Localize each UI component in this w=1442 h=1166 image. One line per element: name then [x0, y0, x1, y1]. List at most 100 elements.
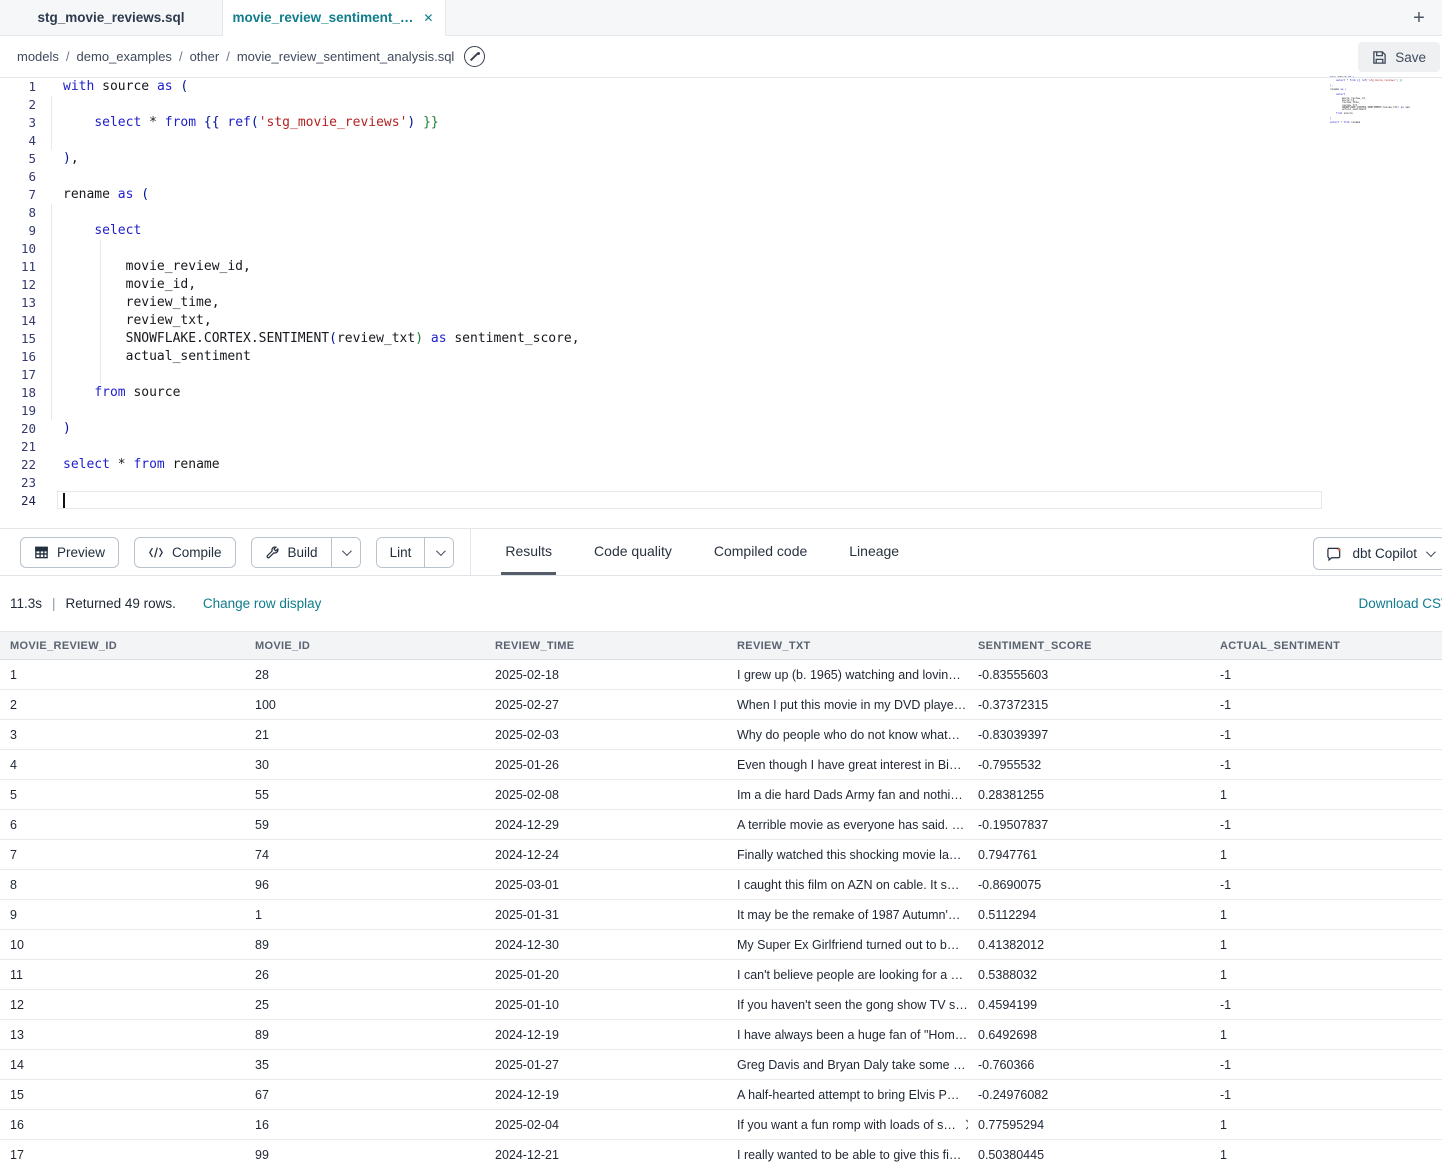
table-cell: 89 [245, 1028, 485, 1042]
new-tab-button[interactable]: + [1404, 0, 1434, 36]
expand-cell-icon[interactable] [965, 940, 968, 950]
table-cell: 1 [1210, 788, 1442, 802]
results-meta-bar: 11.3s | Returned 49 rows. Change row dis… [0, 576, 1442, 631]
results-table: MOVIE_REVIEW_IDMOVIE_IDREVIEW_TIMEREVIEW… [0, 631, 1442, 1166]
tab-stg-movie-reviews[interactable]: stg_movie_reviews.sql [0, 0, 223, 35]
code-line: 18 from source [0, 384, 1442, 402]
download-csv-link[interactable]: Download CSV [1358, 596, 1442, 611]
line-number: 18 [0, 384, 40, 402]
table-cell: 13 [0, 1028, 245, 1042]
tab-results[interactable]: Results [501, 529, 556, 575]
table-cell: 99 [245, 1148, 485, 1162]
table-cell: 2025-01-20 [485, 968, 727, 982]
code-line: 6 [0, 168, 1442, 186]
line-number: 6 [0, 168, 40, 186]
line-number: 1 [0, 78, 40, 96]
table-cell: When I put this movie in my DVD playe… [727, 698, 968, 712]
change-row-display-link[interactable]: Change row display [203, 596, 322, 611]
table-cell: 2025-01-27 [485, 1058, 727, 1072]
code-line: 23 [0, 474, 1442, 492]
line-number: 2 [0, 96, 40, 114]
expand-cell-icon[interactable] [961, 1120, 968, 1130]
table-cell: 100 [245, 698, 485, 712]
table-cell: If you want a fun romp with loads of s… [727, 1118, 968, 1132]
table-cell: Greg Davis and Bryan Daly take some … [727, 1058, 968, 1072]
save-button[interactable]: Save [1358, 42, 1440, 72]
table-cell: -1 [1210, 818, 1442, 832]
editor-action-bar: Preview Compile Build Lint Results Code q… [0, 528, 1442, 576]
code-line: 21 [0, 438, 1442, 456]
table-cell: 1 [1210, 1028, 1442, 1042]
build-button[interactable]: Build [252, 538, 331, 567]
table-cell: -1 [1210, 728, 1442, 742]
table-cell: 0.4594199 [968, 998, 1210, 1012]
line-number: 3 [0, 114, 40, 132]
table-cell: 11 [0, 968, 245, 982]
lint-dropdown-button[interactable] [424, 538, 453, 567]
column-header: REVIEW_TXT [727, 640, 968, 652]
table-cell: 1 [1210, 1148, 1442, 1162]
code-editor[interactable]: 1with source as (23 select * from {{ ref… [0, 78, 1442, 528]
expand-cell-icon[interactable] [965, 880, 968, 890]
table-cell: 2024-12-24 [485, 848, 727, 862]
line-number: 10 [0, 240, 40, 258]
table-cell: -1 [1210, 1088, 1442, 1102]
table-cell: 1 [1210, 938, 1442, 952]
lint-button[interactable]: Lint [377, 538, 425, 567]
review-text: A half-hearted attempt to bring Elvis P… [737, 1088, 959, 1102]
table-cell: -0.8690075 [968, 878, 1210, 892]
build-dropdown-button[interactable] [331, 538, 360, 567]
table-cell: 26 [245, 968, 485, 982]
table-cell: 2 [0, 698, 245, 712]
table-row: 5552025-02-08Im a die hard Dads Army fan… [0, 780, 1442, 810]
table-cell: 12 [0, 998, 245, 1012]
table-cell: 2025-02-27 [485, 698, 727, 712]
table-cell: -0.37372315 [968, 698, 1210, 712]
table-cell: -0.7955532 [968, 758, 1210, 772]
table-cell: 1 [1210, 1118, 1442, 1132]
tab-code-quality[interactable]: Code quality [590, 529, 676, 575]
review-text: I grew up (b. 1965) watching and lovin… [737, 668, 961, 682]
table-cell: -1 [1210, 758, 1442, 772]
table-cell: 89 [245, 938, 485, 952]
table-header-row: MOVIE_REVIEW_IDMOVIE_IDREVIEW_TIMEREVIEW… [0, 631, 1442, 660]
table-cell: 2024-12-19 [485, 1088, 727, 1102]
compile-button[interactable]: Compile [134, 537, 236, 568]
table-cell: 2024-12-29 [485, 818, 727, 832]
preview-button[interactable]: Preview [20, 537, 119, 568]
review-text: If you haven't seen the gong show TV s… [737, 998, 968, 1012]
table-cell: Im a die hard Dads Army fan and nothi… [727, 788, 968, 802]
indent-guide [51, 204, 52, 420]
tab-compiled-code[interactable]: Compiled code [710, 529, 811, 575]
code-line: 14 review_txt, [0, 312, 1442, 330]
code-line: 11 movie_review_id, [0, 258, 1442, 276]
table-cell: 7 [0, 848, 245, 862]
tab-movie-review-sentiment[interactable]: movie_review_sentiment_… ✕ [223, 0, 446, 36]
chevron-down-icon [342, 546, 352, 556]
review-text: I really wanted to be able to give this … [737, 1148, 961, 1162]
table-cell: 9 [0, 908, 245, 922]
column-header: MOVIE_ID [245, 640, 485, 652]
line-number: 16 [0, 348, 40, 366]
compile-label: Compile [172, 545, 222, 560]
breadcrumb-separator: / [226, 49, 230, 64]
table-cell: -1 [1210, 878, 1442, 892]
line-number: 22 [0, 456, 40, 474]
table-cell: 1 [1210, 908, 1442, 922]
query-duration: 11.3s [10, 596, 42, 611]
table-cell: 16 [245, 1118, 485, 1132]
table-cell: Even though I have great interest in Bi… [727, 758, 968, 772]
code-minimap[interactable]: with source as ( select * from {{ ref('s… [1330, 76, 1410, 129]
close-tab-icon[interactable]: ✕ [421, 9, 435, 27]
table-cell: 2025-03-01 [485, 878, 727, 892]
table-row: 16162025-02-04If you want a fun romp wit… [0, 1110, 1442, 1140]
dbt-copilot-button[interactable]: dbt Copilot [1313, 537, 1442, 570]
table-cell: I really wanted to be able to give this … [727, 1148, 968, 1162]
review-text: Greg Davis and Bryan Daly take some … [737, 1058, 966, 1072]
copilot-circle-icon[interactable] [464, 46, 485, 67]
table-cell: -1 [1210, 698, 1442, 712]
toolbar-divider [470, 528, 471, 576]
table-cell: I can't believe people are looking for a… [727, 968, 968, 982]
expand-cell-icon[interactable] [965, 1090, 968, 1100]
tab-lineage[interactable]: Lineage [845, 529, 903, 575]
